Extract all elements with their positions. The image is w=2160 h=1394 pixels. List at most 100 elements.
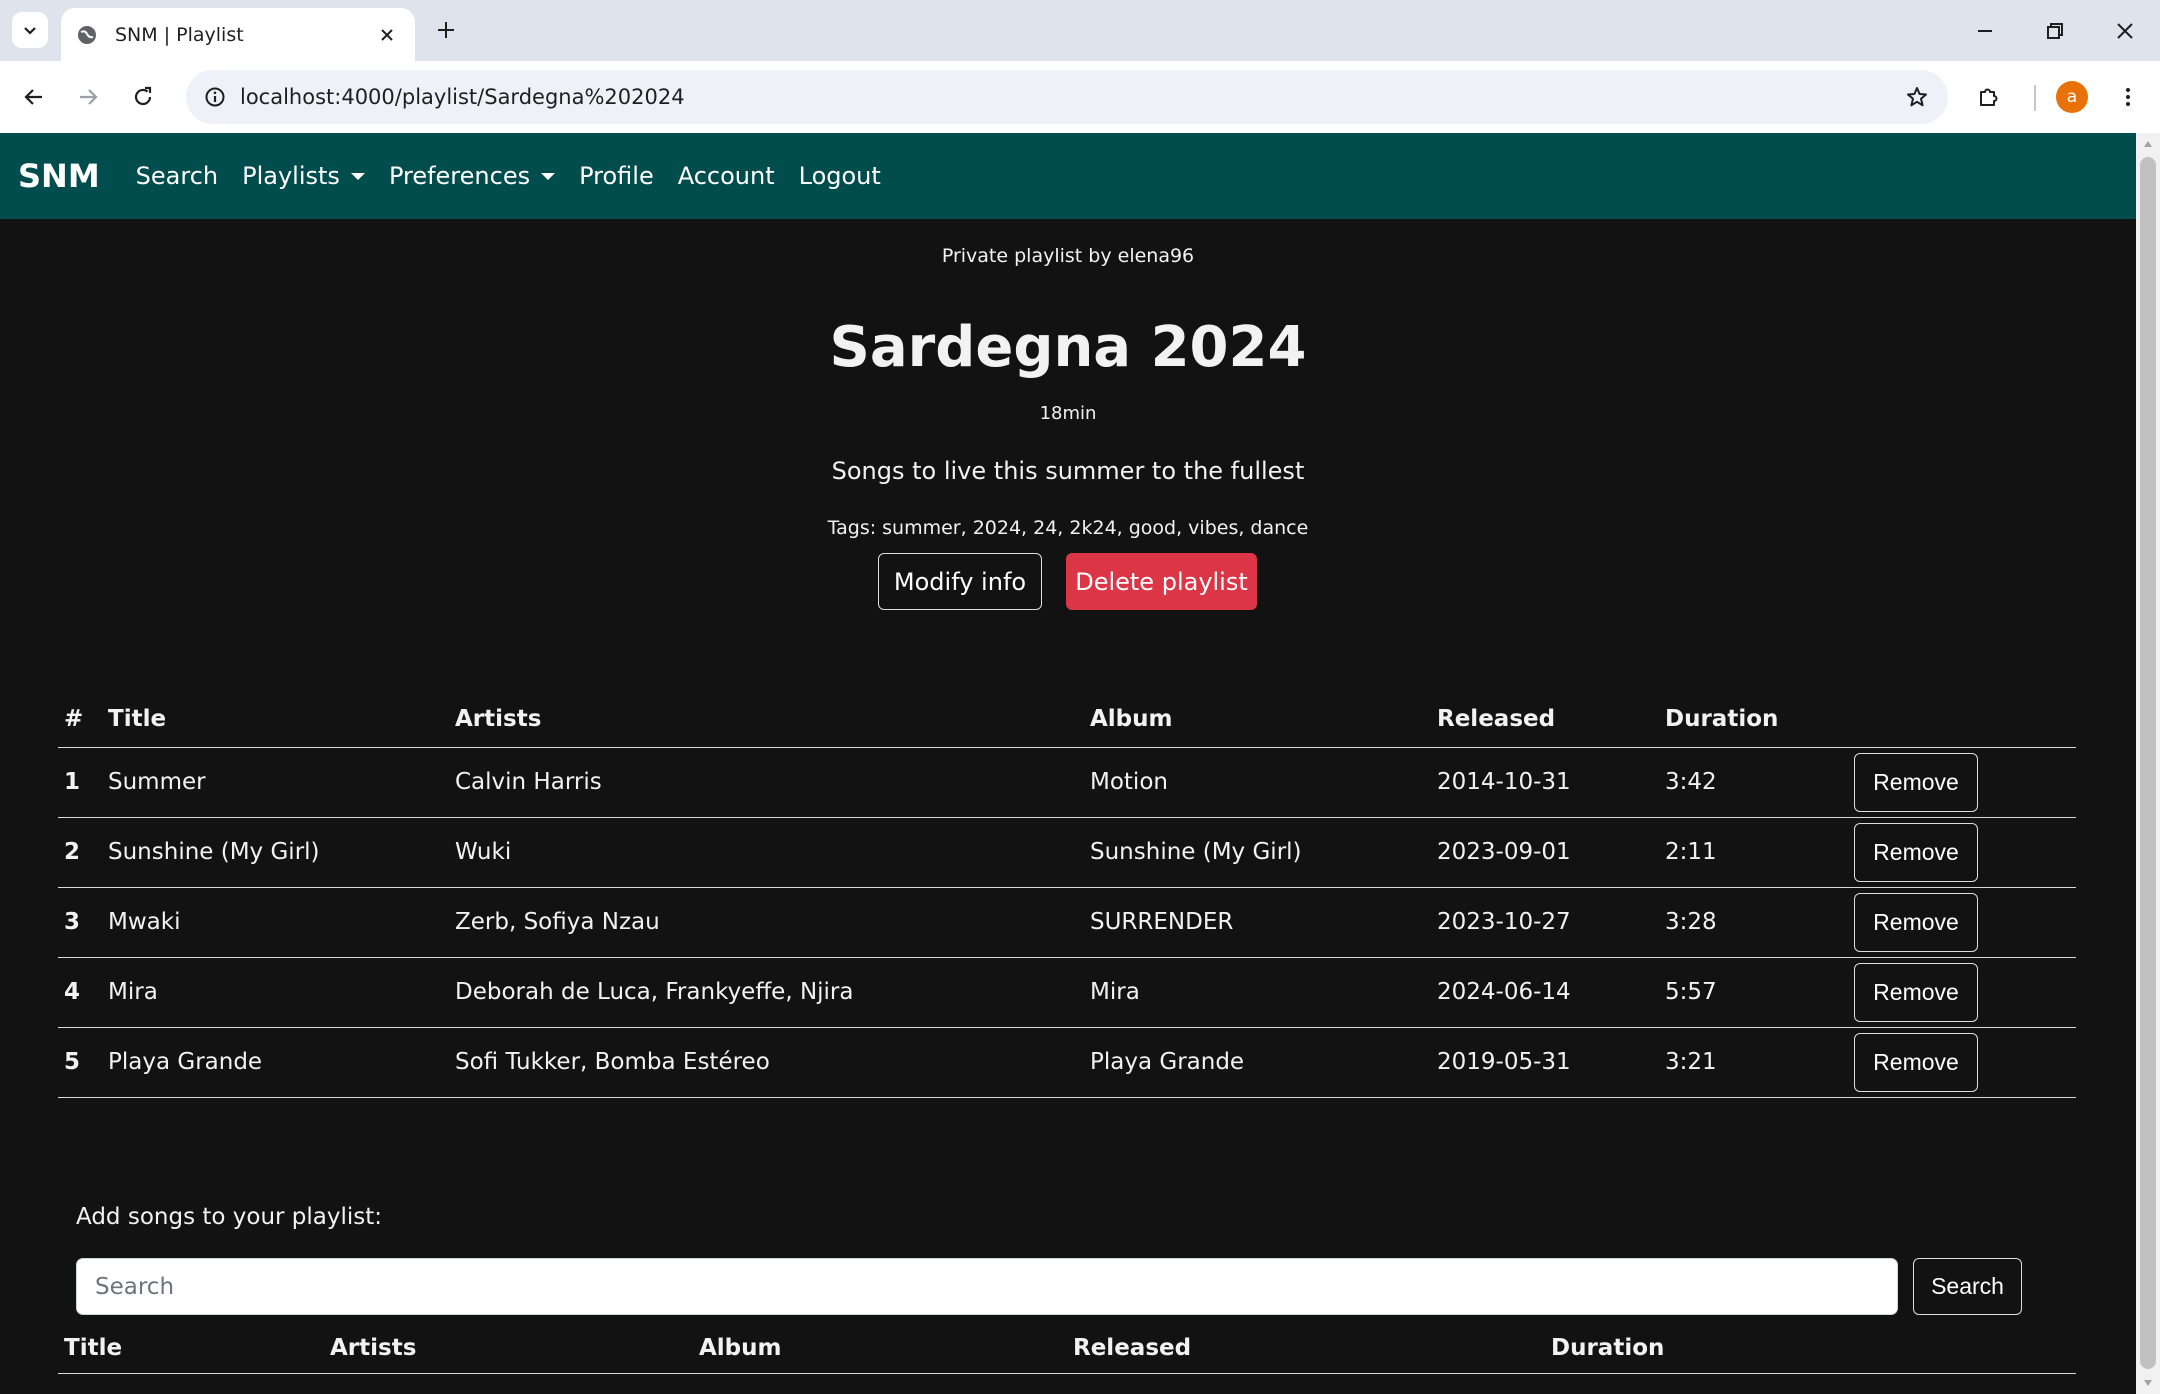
songs-table: # Title Artists Album Released Duration …	[58, 696, 2076, 1098]
song-album: SURRENDER	[1090, 909, 1234, 935]
playlist-duration: 18min	[1039, 403, 1097, 424]
remove-song-button[interactable]: Remove	[1854, 823, 1978, 882]
arrow-right-icon	[80, 89, 98, 105]
song-num: 4	[64, 979, 81, 1005]
browser-menu-button[interactable]	[2106, 75, 2150, 119]
more-vert-icon	[2126, 88, 2130, 106]
song-num: 2	[64, 839, 81, 865]
brand-logo[interactable]: SNM	[18, 157, 100, 195]
songs-table-body: 1 Summer Calvin Harris Motion 2014-10-31 3:42…	[58, 748, 2076, 1098]
remove-song-button[interactable]: Remove	[1854, 963, 1978, 1022]
profile-avatar[interactable]: a	[2056, 81, 2088, 113]
back-button[interactable]	[12, 75, 56, 119]
delete-playlist-button[interactable]: Delete playlist	[1066, 553, 1257, 610]
close-tab-icon[interactable]	[373, 21, 401, 49]
remove-song-button[interactable]: Remove	[1854, 753, 1978, 812]
col-header-artists: Artists	[455, 706, 542, 732]
page-viewport: SNM Search Playlists Preferences Profile…	[0, 133, 2136, 1394]
song-artists: Sofi Tukker, Bomba Estéreo	[455, 1049, 770, 1075]
song-search-button[interactable]: Search	[1913, 1258, 2022, 1315]
song-artists: Wuki	[455, 839, 512, 865]
reload-icon	[134, 86, 152, 106]
restore-icon	[2047, 22, 2063, 39]
chevron-down-icon	[24, 27, 36, 35]
nav-preferences-label: Preferences	[388, 162, 531, 190]
browser-tabstrip: SNM | Playlist	[0, 0, 2160, 61]
song-title: Mira	[108, 979, 158, 1005]
songs-table-header: # Title Artists Album Released Duration	[58, 696, 2076, 748]
song-num: 5	[64, 1049, 81, 1075]
nav-account-label: Account	[677, 162, 775, 190]
song-released: 2014-10-31	[1437, 769, 1571, 795]
nav-playlists-dropdown[interactable]: Playlists	[242, 162, 365, 190]
search-results-table: Title Artists Album Released Duration	[58, 1325, 2076, 1374]
song-duration: 3:21	[1665, 1049, 1717, 1075]
tab-title: SNM | Playlist	[115, 23, 244, 46]
restore-button[interactable]	[2020, 0, 2090, 61]
nav-profile-label: Profile	[579, 162, 654, 190]
song-duration: 3:42	[1665, 769, 1717, 795]
browser-toolbar: localhost:4000/playlist/Sardegna%202024 …	[0, 61, 2160, 133]
nav-account[interactable]: Account	[678, 162, 775, 190]
site-info-icon[interactable]	[196, 78, 234, 116]
song-album: Playa Grande	[1090, 1049, 1245, 1075]
remove-song-button[interactable]: Remove	[1854, 1033, 1978, 1092]
plus-icon	[438, 22, 454, 38]
song-title: Summer	[108, 769, 206, 795]
song-title: Playa Grande	[108, 1049, 263, 1075]
reload-button[interactable]	[121, 75, 165, 119]
table-row: 2 Sunshine (My Girl) Wuki Sunshine (My Girl…	[58, 818, 2076, 888]
song-title: Sunshine (My Girl)	[108, 839, 320, 865]
table-row: 4 Mira Deborah de Luca, Frankyeffe, Njira M…	[58, 958, 2076, 1028]
modify-info-button[interactable]: Modify info	[878, 553, 1042, 610]
browser-tab-active[interactable]: SNM | Playlist	[61, 8, 415, 61]
song-duration: 5:57	[1665, 979, 1717, 1005]
song-search-input[interactable]	[76, 1258, 1898, 1315]
table-row: 5 Playa Grande Sofi Tukker, Bomba Estéreo P…	[58, 1028, 2076, 1098]
results-col-artists: Artists	[330, 1335, 417, 1361]
close-window-button[interactable]	[2090, 0, 2160, 61]
col-header-album: Album	[1090, 706, 1173, 732]
minimize-icon	[1978, 29, 1992, 32]
song-released: 2024-06-14	[1437, 979, 1571, 1005]
extensions-button[interactable]	[1966, 75, 2010, 119]
nav-preferences-dropdown[interactable]: Preferences	[388, 162, 556, 190]
site-navbar: SNM Search Playlists Preferences Profile…	[0, 133, 2136, 219]
minimize-button[interactable]	[1950, 0, 2020, 61]
playlist-tags: Tags: summer, 2024, 24, 2k24, good, vibe…	[827, 517, 1309, 539]
bookmark-star-icon[interactable]	[1898, 78, 1936, 116]
scrollbar-thumb[interactable]	[2140, 157, 2156, 1369]
search-results-header: Title Artists Album Released Duration	[58, 1325, 2076, 1374]
address-bar[interactable]: localhost:4000/playlist/Sardegna%202024	[186, 70, 1948, 124]
new-tab-button[interactable]	[428, 12, 464, 48]
results-col-title: Title	[64, 1335, 123, 1361]
col-header-released: Released	[1437, 706, 1556, 732]
col-header-title: Title	[108, 706, 167, 732]
results-col-album: Album	[699, 1335, 782, 1361]
song-artists: Deborah de Luca, Frankyeffe, Njira	[455, 979, 854, 1005]
song-duration: 2:11	[1665, 839, 1717, 865]
nav-logout-label: Logout	[798, 162, 881, 190]
song-artists: Zerb, Sofiya Nzau	[455, 909, 660, 935]
page-scrollbar[interactable]	[2136, 133, 2160, 1394]
scroll-down-arrow-icon[interactable]	[2136, 1372, 2160, 1394]
scroll-up-arrow-icon[interactable]	[2136, 133, 2160, 155]
song-title: Mwaki	[108, 909, 181, 935]
song-num: 3	[64, 909, 81, 935]
song-released: 2023-09-01	[1437, 839, 1571, 865]
nav-search[interactable]: Search	[136, 162, 218, 190]
tab-search-button[interactable]	[12, 12, 48, 48]
song-num: 1	[64, 769, 81, 795]
song-released: 2023-10-27	[1437, 909, 1571, 935]
results-col-duration: Duration	[1551, 1335, 1665, 1361]
song-album: Mira	[1090, 979, 1140, 1005]
forward-button[interactable]	[66, 75, 110, 119]
nav-search-label: Search	[135, 162, 219, 190]
close-icon	[2117, 22, 2133, 39]
nav-logout[interactable]: Logout	[799, 162, 881, 190]
globe-icon	[75, 23, 99, 47]
url-text: localhost:4000/playlist/Sardegna%202024	[240, 85, 685, 109]
remove-song-button[interactable]: Remove	[1854, 893, 1978, 952]
nav-profile[interactable]: Profile	[579, 162, 654, 190]
playlist-description: Songs to live this summer to the fullest	[831, 457, 1305, 485]
